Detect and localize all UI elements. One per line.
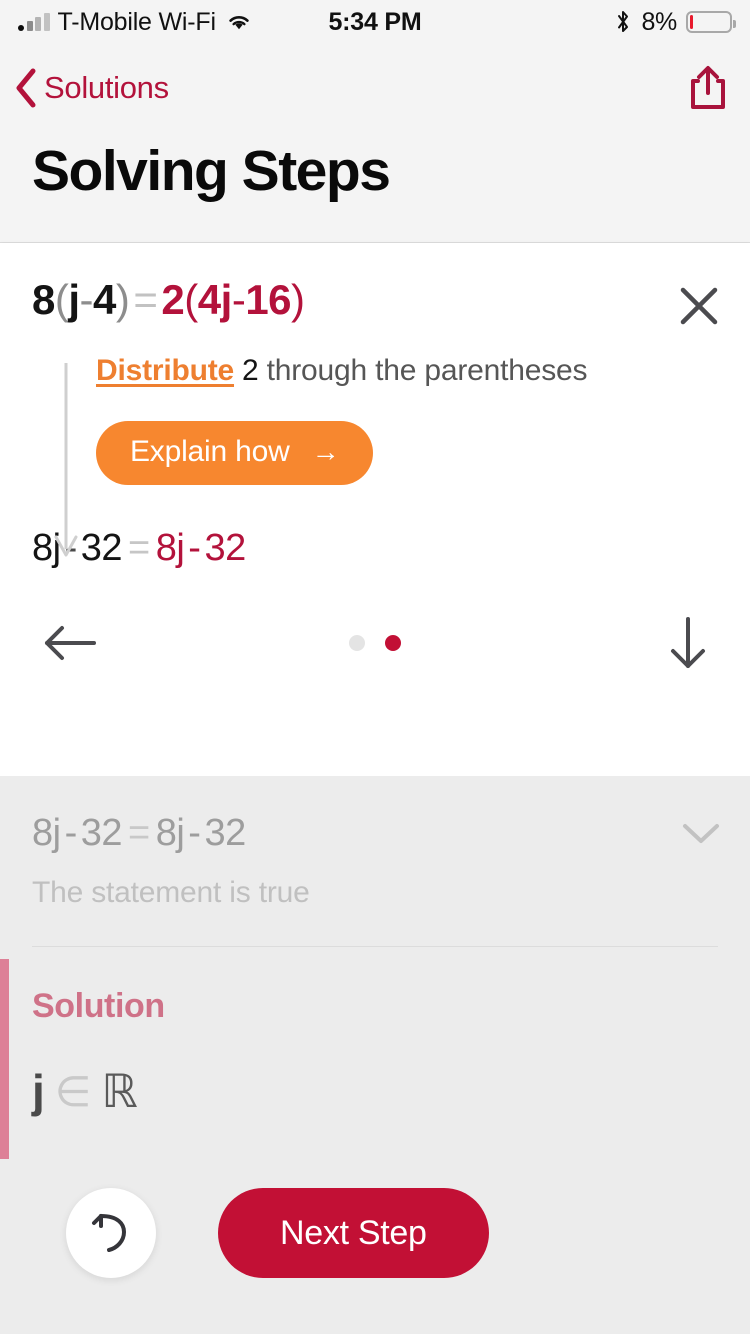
result-equals: =	[128, 526, 150, 569]
explain-button-wrap: Explain how →	[0, 393, 750, 485]
arrow-left-icon	[42, 621, 98, 665]
wifi-icon	[226, 12, 252, 32]
eq-right-open-paren: (	[184, 276, 198, 323]
element-of-icon: ∈	[54, 1067, 92, 1115]
status-bar-left: T-Mobile Wi-Fi	[18, 8, 252, 37]
pagination-dot-active[interactable]	[385, 634, 401, 651]
eq-left-open-paren: (	[54, 276, 69, 323]
expand-button[interactable]	[680, 819, 722, 847]
undo-button[interactable]	[66, 1188, 156, 1278]
header: Solving Steps	[0, 132, 750, 243]
solution-equation: j ∈ ℝ	[32, 1026, 750, 1118]
result-left-const: 32	[80, 526, 123, 569]
solution-variable: j	[32, 1065, 45, 1117]
lower-section: 8j -32 = 8j -32 The statement is true Soluti…	[0, 776, 750, 1159]
previous-step-button[interactable]	[42, 621, 98, 665]
result-right-minus: -	[188, 526, 201, 569]
arrow-right-icon: →	[311, 435, 340, 467]
bluetooth-icon	[614, 9, 632, 35]
prev-right-minus: -	[188, 812, 201, 854]
hint-number: 2	[242, 354, 259, 387]
step-equation: 8(j-4)=2(4j-16)	[32, 279, 305, 321]
distribute-link[interactable]: Distribute	[96, 354, 234, 387]
prev-left: 8j	[32, 812, 61, 854]
step-equation-row: 8(j-4)=2(4j-16)	[0, 243, 750, 333]
prev-right: 8j	[155, 812, 185, 854]
solution-accent-bar	[0, 959, 9, 1159]
eq-equals: =	[133, 276, 158, 323]
eq-left-constant: 4	[93, 276, 116, 323]
share-icon	[686, 63, 730, 113]
result-right-const: 32	[204, 526, 246, 569]
eq-left-close-paren: )	[115, 276, 130, 323]
status-bar-right: 8%	[614, 7, 736, 37]
statement-text: The statement is true	[32, 876, 310, 909]
prev-left-const: 32	[80, 812, 123, 854]
prev-right-const: 32	[204, 812, 246, 854]
step-card: 8(j-4)=2(4j-16) Distribute 2 through the …	[0, 243, 750, 776]
eq-right-constant: 16	[245, 276, 292, 323]
result-right: 8j	[155, 526, 185, 569]
prev-equals: =	[128, 812, 150, 854]
share-button[interactable]	[686, 63, 730, 113]
card-navigation	[0, 567, 750, 671]
eq-left-coefficient: 8	[32, 276, 55, 323]
eq-right-variable: j	[220, 276, 233, 323]
arrow-down-icon	[666, 615, 710, 671]
eq-right-term: 4	[197, 276, 221, 323]
hint-rest: through the parentheses	[258, 354, 588, 387]
chevron-left-icon	[14, 67, 38, 109]
eq-left-minus: -	[79, 276, 94, 323]
eq-left-variable: j	[68, 276, 80, 323]
eq-right-minus: -	[231, 276, 246, 323]
next-step-button[interactable]: Next Step	[218, 1188, 489, 1278]
chevron-down-icon	[680, 819, 722, 847]
back-button-label: Solutions	[44, 70, 169, 105]
pagination-dots	[0, 634, 750, 651]
solution-block: Solution j ∈ ℝ	[0, 947, 750, 1159]
step-hint: Distribute 2 through the parentheses	[0, 333, 750, 393]
eq-right-close-paren: )	[291, 276, 305, 323]
step-result-equation: 8j -32 = 8j -32	[0, 485, 750, 567]
solution-title: Solution	[32, 987, 165, 1025]
pagination-dot[interactable]	[349, 634, 365, 651]
navigation-bar: Solutions	[0, 44, 750, 132]
explain-how-button[interactable]: Explain how →	[96, 420, 374, 485]
previous-equation: 8j -32 = 8j -32	[32, 814, 246, 852]
battery-percent-label: 8%	[641, 7, 677, 36]
previous-equation-row[interactable]: 8j -32 = 8j -32	[0, 776, 750, 852]
undo-icon	[88, 1210, 134, 1256]
close-icon	[676, 283, 722, 329]
explain-how-label: Explain how	[130, 434, 290, 468]
prev-left-minus: -	[64, 812, 78, 854]
carrier-label: T-Mobile Wi-Fi	[57, 7, 217, 36]
signal-bars-icon	[18, 13, 50, 31]
page-title: Solving Steps	[32, 139, 391, 203]
eq-right-coefficient: 2	[161, 276, 185, 323]
down-arrow-connector-icon	[54, 363, 78, 563]
battery-icon	[686, 11, 736, 33]
real-numbers-symbol: ℝ	[101, 1065, 138, 1117]
bottom-actions: Next Step	[0, 1188, 750, 1278]
back-button[interactable]: Solutions	[14, 67, 169, 109]
close-button[interactable]	[672, 279, 726, 333]
status-bar: T-Mobile Wi-Fi 5:34 PM 8%	[0, 0, 750, 44]
next-step-arrow-button[interactable]	[666, 615, 710, 671]
